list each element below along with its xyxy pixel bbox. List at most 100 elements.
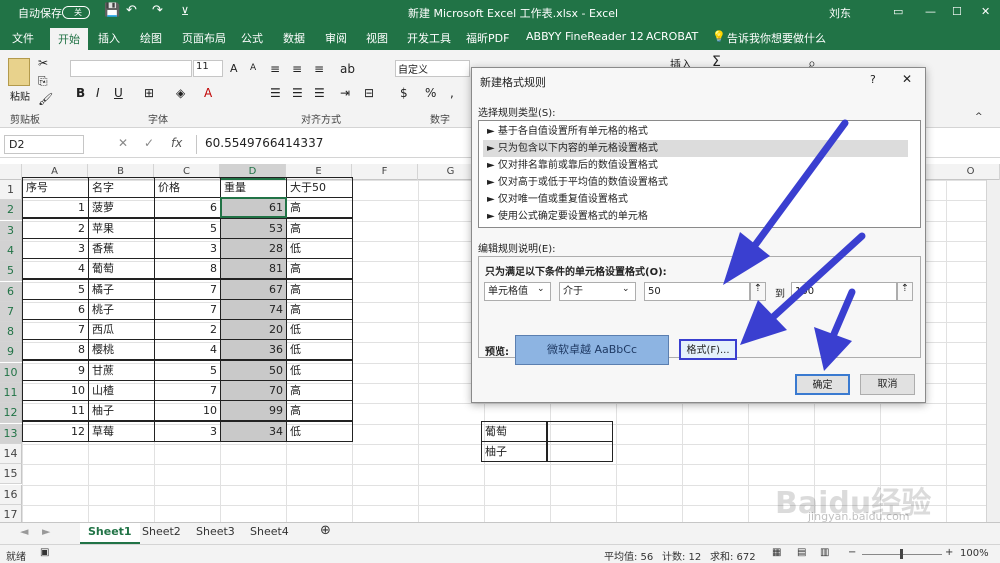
table-cell[interactable]: 5: [154, 217, 221, 239]
tab-view[interactable]: 视图: [366, 30, 388, 46]
table-cell[interactable]: 36: [220, 339, 287, 361]
rule-type-item[interactable]: ► 基于各自值设置所有单元格的格式: [483, 123, 908, 140]
table-cell[interactable]: 山楂: [88, 380, 155, 401]
table-cell[interactable]: 低: [286, 237, 353, 259]
table-cell[interactable]: 7: [154, 380, 221, 401]
table-cell[interactable]: 8: [22, 339, 89, 361]
row-header[interactable]: 4: [0, 240, 22, 261]
header-cell[interactable]: 重量: [220, 177, 287, 198]
align-top-icon[interactable]: ≡: [270, 62, 280, 76]
table-cell[interactable]: 高: [286, 400, 353, 422]
header-cell[interactable]: 序号: [22, 177, 89, 198]
table-cell[interactable]: 4: [154, 339, 221, 361]
redo-icon[interactable]: ↷: [152, 3, 163, 18]
shrink-font-icon[interactable]: A: [250, 63, 256, 73]
collapse-ribbon-icon[interactable]: ^: [975, 112, 983, 122]
table-cell[interactable]: 西瓜: [88, 319, 155, 341]
ribbon-display-icon[interactable]: ▭: [893, 5, 903, 18]
table-cell[interactable]: 1: [22, 197, 89, 219]
table-cell[interactable]: 7: [154, 278, 221, 300]
rule-type-item[interactable]: ► 仅对排名靠前或靠后的数值设置格式: [483, 157, 908, 174]
table-cell[interactable]: 香蕉: [88, 237, 155, 259]
tell-me-search[interactable]: 告诉我你想要做什么: [727, 30, 826, 46]
row-header[interactable]: 10: [0, 362, 22, 383]
table-cell[interactable]: 高: [286, 298, 353, 320]
maximize-icon[interactable]: ☐: [952, 5, 962, 18]
help-button[interactable]: ?: [870, 73, 876, 86]
sheet-tab-2[interactable]: Sheet2: [142, 525, 181, 538]
row-header[interactable]: 5: [0, 261, 22, 282]
table-cell[interactable]: 7: [22, 319, 89, 341]
collapse-range-icon[interactable]: ⇡: [750, 282, 766, 301]
table-cell[interactable]: 61: [220, 197, 287, 219]
column-header-o[interactable]: O: [942, 164, 1000, 180]
row-header[interactable]: 7: [0, 301, 22, 322]
tab-home[interactable]: 开始: [50, 28, 88, 50]
tab-review[interactable]: 审阅: [325, 30, 347, 46]
table-cell[interactable]: 12: [22, 420, 89, 442]
cancel-button[interactable]: 取消: [860, 374, 915, 395]
underline-icon[interactable]: U: [114, 86, 123, 100]
font-name-box[interactable]: [70, 60, 192, 77]
tab-page-layout[interactable]: 页面布局: [182, 30, 226, 46]
row-header[interactable]: 6: [0, 281, 22, 302]
undo-icon[interactable]: ↶: [126, 3, 137, 18]
name-box[interactable]: D2: [4, 135, 84, 154]
table-cell[interactable]: 5: [22, 278, 89, 300]
filter-icon[interactable]: ⊻: [181, 5, 189, 18]
tab-developer[interactable]: 开发工具: [407, 30, 451, 46]
save-icon[interactable]: 💾: [104, 3, 120, 18]
tab-acrobat[interactable]: ACROBAT: [646, 30, 698, 43]
table-cell[interactable]: 橘子: [88, 278, 155, 300]
align-bottom-icon[interactable]: ≡: [314, 62, 324, 76]
row-header[interactable]: 14: [0, 443, 22, 464]
paste-icon[interactable]: [8, 58, 30, 86]
table-cell[interactable]: 高: [286, 258, 353, 280]
side-table-cell[interactable]: 柚子: [481, 440, 547, 462]
table-cell[interactable]: 高: [286, 380, 353, 401]
indent-icon[interactable]: ⇥: [340, 86, 350, 100]
align-center-icon[interactable]: ☰: [292, 86, 303, 100]
comma-icon[interactable]: ,: [450, 86, 454, 100]
align-middle-icon[interactable]: ≡: [292, 62, 302, 76]
side-table-cell[interactable]: 葡萄: [481, 420, 547, 442]
row-header[interactable]: 1: [0, 180, 22, 200]
table-cell[interactable]: 53: [220, 217, 287, 239]
table-cell[interactable]: 3: [154, 237, 221, 259]
format-painter-icon[interactable]: 🖌: [38, 92, 53, 106]
prev-sheet-icon[interactable]: ◄: [20, 525, 28, 538]
minimize-icon[interactable]: —: [925, 5, 936, 18]
table-cell[interactable]: 低: [286, 420, 353, 442]
tab-draw[interactable]: 绘图: [140, 30, 162, 46]
row-header[interactable]: 15: [0, 464, 22, 485]
tab-insert[interactable]: 插入: [98, 30, 120, 46]
header-cell[interactable]: 大于50: [286, 177, 353, 198]
percent-icon[interactable]: %: [425, 86, 436, 100]
zoom-slider-thumb[interactable]: [900, 549, 903, 559]
row-header[interactable]: 9: [0, 342, 22, 363]
sheet-tab-3[interactable]: Sheet3: [196, 525, 235, 538]
macro-record-icon[interactable]: ▣: [40, 547, 49, 558]
next-sheet-icon[interactable]: ►: [42, 525, 50, 538]
side-table-cell[interactable]: [547, 420, 613, 442]
align-right-icon[interactable]: ☰: [314, 86, 325, 100]
row-header[interactable]: 12: [0, 403, 22, 424]
merge-icon[interactable]: ⊟: [364, 86, 374, 100]
close-window-icon[interactable]: ✕: [981, 5, 990, 18]
collapse-range-icon[interactable]: ⇡: [897, 282, 913, 301]
border-icon[interactable]: ⊞: [144, 86, 154, 100]
row-header[interactable]: 16: [0, 484, 22, 505]
table-cell[interactable]: 11: [22, 400, 89, 422]
zoom-in-icon[interactable]: +: [945, 547, 953, 558]
header-cell[interactable]: 名字: [88, 177, 155, 198]
table-cell[interactable]: 高: [286, 217, 353, 239]
chevron-down-icon[interactable]: ⌄: [622, 284, 630, 294]
page-break-view-icon[interactable]: ▥: [820, 547, 829, 558]
table-cell[interactable]: 甘蔗: [88, 359, 155, 381]
row-header[interactable]: 2: [0, 200, 22, 221]
table-cell[interactable]: 99: [220, 400, 287, 422]
table-cell[interactable]: 4: [22, 258, 89, 280]
italic-icon[interactable]: I: [96, 86, 100, 100]
table-cell[interactable]: 葡萄: [88, 258, 155, 280]
table-cell[interactable]: 3: [22, 237, 89, 259]
